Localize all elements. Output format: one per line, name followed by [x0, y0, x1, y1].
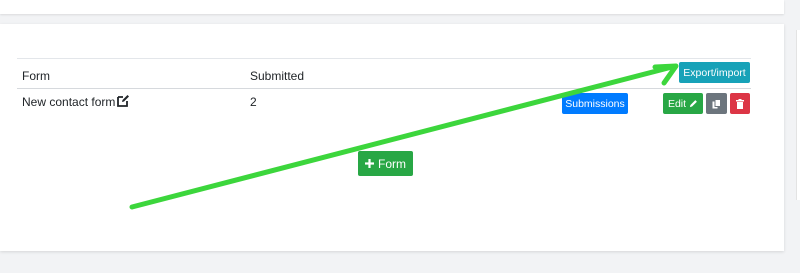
submissions-button[interactable]: Submissions — [562, 93, 628, 114]
column-header-submitted: Submitted — [250, 69, 305, 83]
add-form-button[interactable]: Form — [358, 151, 413, 176]
submitted-count: 2 — [250, 95, 257, 109]
edit-button-label: Edit — [667, 97, 687, 110]
top-panel — [0, 0, 784, 14]
pencil-icon — [689, 99, 698, 108]
table-header-border — [17, 88, 751, 89]
side-panel-edge — [796, 30, 800, 200]
column-header-form: Form — [22, 69, 50, 83]
table-top-border — [17, 58, 751, 59]
copy-icon — [712, 98, 721, 109]
delete-button[interactable] — [730, 93, 750, 114]
form-name: New contact form — [22, 95, 116, 109]
export-import-button-label: Export/import — [683, 66, 746, 79]
edit-button[interactable]: Edit — [663, 93, 703, 114]
export-import-button[interactable]: Export/import — [679, 62, 750, 83]
edit-square-icon[interactable] — [116, 94, 130, 108]
submissions-button-label: Submissions — [565, 97, 625, 110]
copy-button[interactable] — [706, 93, 727, 114]
plus-icon — [365, 159, 374, 168]
trash-icon — [736, 98, 744, 109]
add-form-button-label: Form — [378, 156, 406, 171]
